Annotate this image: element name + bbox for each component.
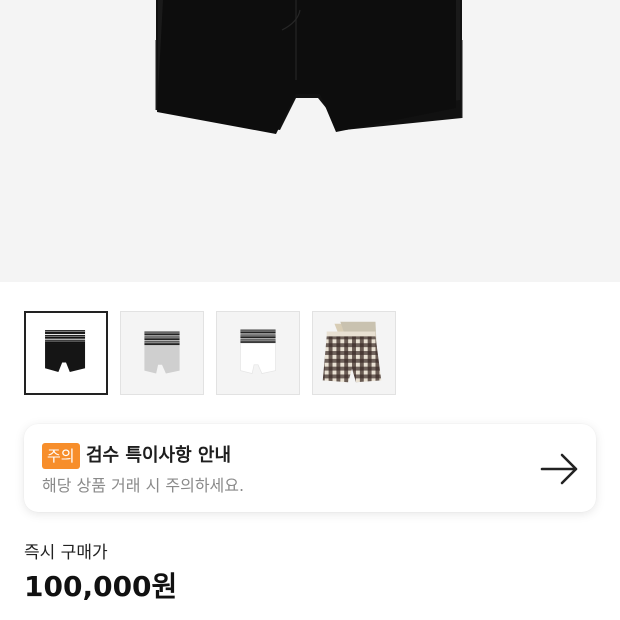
inspection-notice-card[interactable]: 주의 검수 특이사항 안내 해당 상품 거래 시 주의하세요. bbox=[24, 424, 596, 512]
gray-briefs-thumb-image bbox=[144, 331, 180, 374]
boxer-briefs-illustration bbox=[155, 0, 463, 134]
product-hero-image bbox=[0, 0, 620, 282]
plaid-shorts-thumb-image bbox=[322, 321, 382, 383]
notice-description: 해당 상품 거래 시 주의하세요. bbox=[42, 476, 245, 495]
thumbnail-gray[interactable] bbox=[120, 311, 204, 395]
thumbnail-white[interactable] bbox=[216, 311, 300, 395]
thumbnail-strip bbox=[24, 311, 396, 395]
instant-buy-price: 100,000원 bbox=[24, 570, 178, 603]
caution-badge: 주의 bbox=[42, 443, 80, 469]
thumbnail-plaid[interactable] bbox=[312, 311, 396, 395]
instant-buy-label: 즉시 구매가 bbox=[24, 543, 108, 563]
arrow-right-icon[interactable] bbox=[540, 451, 580, 487]
black-briefs-thumb-image bbox=[26, 313, 106, 393]
white-briefs-thumb-image bbox=[240, 329, 276, 374]
notice-title: 검수 특이사항 안내 bbox=[86, 445, 232, 466]
thumbnail-black[interactable] bbox=[24, 311, 108, 395]
